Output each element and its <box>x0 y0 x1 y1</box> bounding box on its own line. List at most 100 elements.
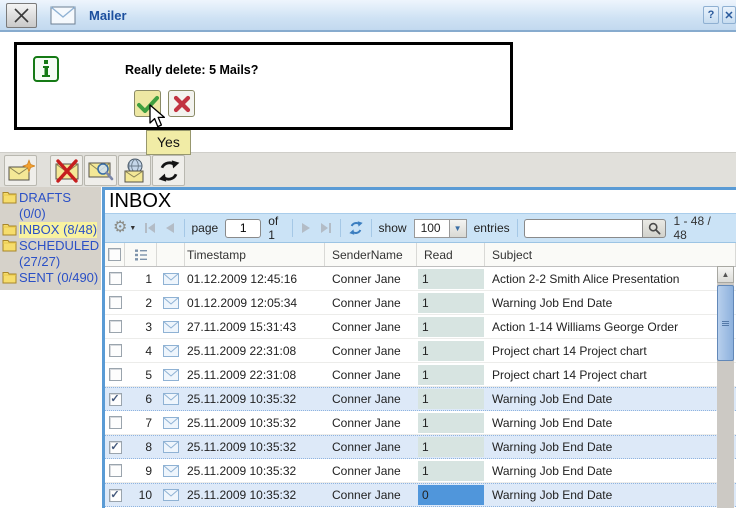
cell-timestamp: 25.11.2009 22:31:08 <box>185 344 325 358</box>
row-number: 1 <box>125 272 157 286</box>
mail-icon-column-header[interactable] <box>157 243 185 266</box>
last-page-icon <box>320 222 332 234</box>
refresh-button[interactable] <box>152 155 185 186</box>
column-header-sender[interactable]: SenderName <box>325 243 417 266</box>
table-row[interactable]: 6 25.11.2009 10:35:32 Conner Jane 1 Warn… <box>105 387 736 411</box>
cell-sender: Conner Jane <box>325 368 417 382</box>
cell-timestamp: 25.11.2009 10:35:32 <box>185 440 325 454</box>
table-row[interactable]: 9 25.11.2009 10:35:32 Conner Jane 1 Warn… <box>105 459 736 483</box>
grid-refresh-icon <box>348 220 364 236</box>
select-all-checkbox[interactable] <box>108 248 121 261</box>
row-checkbox[interactable] <box>109 416 122 429</box>
row-number-sort-icon[interactable] <box>134 248 148 262</box>
vertical-scrollbar[interactable]: ▲ <box>717 266 734 508</box>
row-checkbox[interactable] <box>109 441 122 454</box>
new-mail-icon <box>7 159 35 183</box>
cell-sender: Conner Jane <box>325 392 417 406</box>
mail-icon <box>163 369 179 381</box>
mail-icon <box>163 345 179 357</box>
record-range: 1 - 48 / 48 <box>673 214 728 242</box>
separator <box>517 219 518 237</box>
cell-read: 1 <box>418 293 484 313</box>
row-number: 8 <box>125 440 157 454</box>
cell-timestamp: 25.11.2009 22:31:08 <box>185 368 325 382</box>
show-label: show <box>379 221 407 235</box>
table-row[interactable]: 10 25.11.2009 10:35:32 Conner Jane 0 War… <box>105 483 736 507</box>
row-checkbox[interactable] <box>109 320 122 333</box>
folder-item[interactable]: SENT (0/490) <box>2 270 101 286</box>
help-button[interactable]: ? <box>703 6 719 24</box>
window-title: Mailer <box>89 8 127 23</box>
row-checkbox[interactable] <box>109 489 122 502</box>
cell-subject: Warning Job End Date <box>485 296 736 310</box>
page-size-value: 100 <box>415 221 449 235</box>
grid-refresh-button[interactable] <box>348 220 364 236</box>
web-mail-button[interactable] <box>118 155 151 186</box>
cell-read: 1 <box>418 389 484 409</box>
row-checkbox[interactable] <box>109 344 122 357</box>
scroll-up-button[interactable]: ▲ <box>717 266 734 283</box>
table-header: Timestamp SenderName Read Subject <box>105 243 736 267</box>
page-label: page <box>191 221 218 235</box>
new-mail-button[interactable] <box>4 155 37 186</box>
search-input[interactable] <box>524 219 642 238</box>
table-row[interactable]: 7 25.11.2009 10:35:32 Conner Jane 1 Warn… <box>105 411 736 435</box>
delete-mail-button[interactable] <box>50 155 83 186</box>
column-header-subject[interactable]: Subject <box>485 243 736 266</box>
dialog-zone: Really delete: 5 Mails? Yes <box>0 34 736 152</box>
column-header-timestamp[interactable]: Timestamp <box>185 243 325 266</box>
mail-icon <box>163 489 179 501</box>
row-checkbox[interactable] <box>109 272 122 285</box>
folder-icon <box>2 272 17 284</box>
column-header-read[interactable]: Read <box>417 243 485 266</box>
search-mail-button[interactable] <box>84 155 117 186</box>
cell-sender: Conner Jane <box>325 344 417 358</box>
folder-label: SCHEDULED (27/27) <box>19 238 101 270</box>
last-page-button[interactable] <box>320 220 333 236</box>
cell-subject: Project chart 14 Project chart <box>485 344 736 358</box>
page-input[interactable] <box>225 219 261 238</box>
table-row[interactable]: 8 25.11.2009 10:35:32 Conner Jane 1 Warn… <box>105 435 736 459</box>
table-row[interactable]: 1 01.12.2009 12:45:16 Conner Jane 1 Acti… <box>105 267 736 291</box>
table-row[interactable]: 5 25.11.2009 22:31:08 Conner Jane 1 Proj… <box>105 363 736 387</box>
next-page-icon <box>301 222 311 234</box>
separator <box>292 219 293 237</box>
row-checkbox[interactable] <box>109 296 122 309</box>
mail-icon <box>163 417 179 429</box>
close-button[interactable]: ✕ <box>722 6 736 24</box>
grid-settings-button[interactable]: ⚙ ▼ <box>113 220 136 236</box>
prev-page-icon <box>165 222 175 234</box>
row-checkbox[interactable] <box>109 464 122 477</box>
mailer-app-icon <box>50 6 76 25</box>
table-row[interactable]: 4 25.11.2009 22:31:08 Conner Jane 1 Proj… <box>105 339 736 363</box>
panel-title: INBOX <box>105 190 736 213</box>
row-checkbox[interactable] <box>109 393 122 406</box>
page-size-select[interactable]: 100 ▼ <box>414 219 467 238</box>
collapse-panel-button[interactable] <box>6 3 37 28</box>
cell-read: 1 <box>418 269 484 289</box>
table-body: 1 01.12.2009 12:45:16 Conner Jane 1 Acti… <box>105 267 736 507</box>
cell-subject: Project chart 14 Project chart <box>485 368 736 382</box>
no-button[interactable] <box>168 90 195 117</box>
row-number: 9 <box>125 464 157 478</box>
table-row[interactable]: 2 01.12.2009 12:05:34 Conner Jane 1 Warn… <box>105 291 736 315</box>
confirm-delete-dialog: Really delete: 5 Mails? <box>14 42 513 130</box>
gear-icon: ⚙ <box>113 220 127 236</box>
cell-read: 0 <box>418 485 484 505</box>
red-x-icon <box>173 95 191 113</box>
first-page-button[interactable] <box>143 220 156 236</box>
prev-page-button[interactable] <box>163 220 176 236</box>
folder-item[interactable]: INBOX (8/48) <box>2 222 101 238</box>
folder-label: SENT (0/490) <box>19 270 98 286</box>
next-page-button[interactable] <box>300 220 313 236</box>
scrollbar-thumb[interactable] <box>717 285 734 361</box>
separator <box>371 219 372 237</box>
web-mail-icon <box>121 158 149 184</box>
search-button[interactable] <box>642 219 666 238</box>
table-row[interactable]: 3 27.11.2009 15:31:43 Conner Jane 1 Acti… <box>105 315 736 339</box>
folder-item[interactable]: DRAFTS (0/0) <box>2 190 101 222</box>
x-icon <box>13 8 30 23</box>
folder-item[interactable]: SCHEDULED (27/27) <box>2 238 101 270</box>
cell-sender: Conner Jane <box>325 440 417 454</box>
row-checkbox[interactable] <box>109 368 122 381</box>
